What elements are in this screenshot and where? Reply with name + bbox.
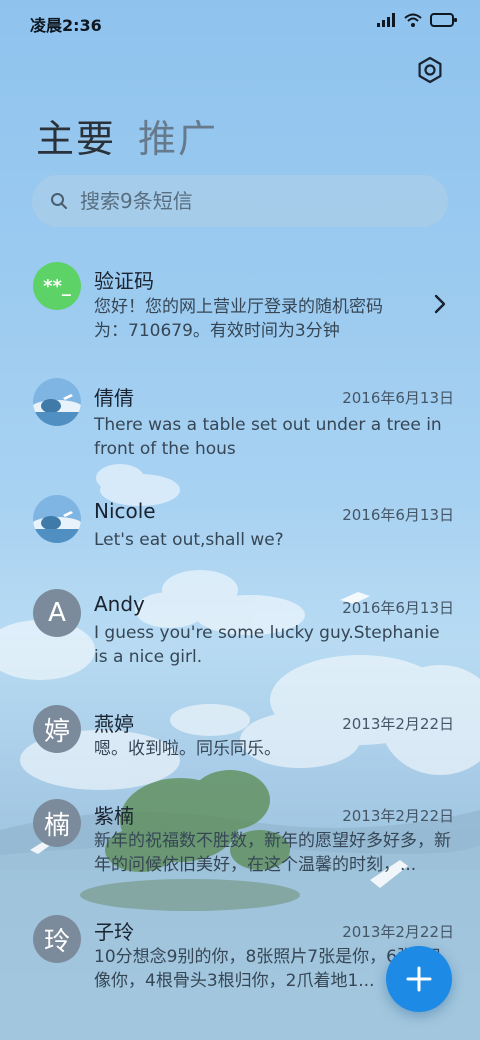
avatar: [33, 378, 81, 426]
conversation-item[interactable]: A Andy 2016年6月13日 I guess you're some lu…: [0, 585, 480, 685]
battery-icon: [430, 13, 457, 27]
conversation-preview: 嗯。收到啦。同乐同乐。: [94, 739, 281, 759]
chevron-right-icon[interactable]: [432, 294, 448, 314]
new-message-button[interactable]: [386, 946, 452, 1012]
conversation-name: Nicole: [94, 499, 156, 523]
avatar: 婷: [33, 705, 81, 753]
landscape-photo-icon: [33, 378, 81, 426]
conversation-date: 2016年6月13日: [342, 599, 454, 617]
tab-promotions[interactable]: 推广: [138, 108, 218, 163]
conversation-preview: I guess you're some lucky guy.Stephanie …: [94, 623, 440, 667]
plus-icon: [406, 966, 432, 992]
conversation-date: 2013年2月22日: [342, 715, 454, 733]
search-input[interactable]: [80, 189, 400, 213]
conversation-item[interactable]: 婷 燕婷 2013年2月22日 嗯。收到啦。同乐同乐。: [0, 703, 480, 783]
search-bar[interactable]: [32, 175, 448, 227]
conversation-name: 倩倩: [94, 386, 134, 410]
verification-code-avatar: **_: [33, 262, 81, 310]
conversation-item[interactable]: 楠 紫楠 2013年2月22日 新年的祝福数不胜数，新年的愿望好多好多，新年的问…: [0, 797, 480, 897]
avatar: [33, 495, 81, 543]
landscape-photo-icon: [33, 495, 81, 543]
conversation-item[interactable]: 倩倩 2016年6月13日 There was a table set out …: [0, 373, 480, 473]
gear-icon[interactable]: [416, 56, 444, 84]
conversation-preview: 新年的祝福数不胜数，新年的愿望好多好多，新年的问候依旧美好，在这个温馨的时刻，.…: [94, 831, 451, 875]
status-bar: 凌晨2:36: [0, 0, 480, 40]
conversation-date: 2016年6月13日: [342, 389, 454, 407]
conversation-name: 子玲: [94, 920, 134, 944]
conversation-name: 紫楠: [94, 804, 134, 828]
tab-primary[interactable]: 主要: [36, 108, 116, 163]
conversation-preview: 您好！您的网上营业厅登录的随机密码为：710679。有效时间为3分钟: [94, 297, 383, 341]
signal-icon: [377, 13, 395, 27]
avatar: 玲: [33, 915, 81, 963]
conversation-date: 2013年2月22日: [342, 923, 454, 941]
wifi-icon: [404, 13, 422, 27]
status-icons: [376, 12, 458, 28]
conversation-name: 验证码: [94, 269, 154, 293]
conversation-item[interactable]: **_ 验证码 您好！您的网上营业厅登录的随机密码为：710679。有效时间为3…: [0, 255, 480, 355]
avatar: 楠: [33, 799, 81, 847]
conversation-item[interactable]: Nicole 2016年6月13日 Let's eat out,shall we…: [0, 490, 480, 570]
conversation-preview: There was a table set out under a tree i…: [94, 415, 442, 459]
avatar: A: [33, 589, 81, 637]
conversation-name: 燕婷: [94, 712, 134, 736]
tab-bar: 主要 推广: [36, 108, 218, 163]
conversation-date: 2013年2月22日: [342, 807, 454, 825]
conversation-preview: Let's eat out,shall we?: [94, 530, 284, 550]
conversation-date: 2016年6月13日: [342, 506, 454, 524]
conversation-name: Andy: [94, 592, 145, 616]
search-icon: [51, 193, 67, 209]
status-time: 凌晨2:36: [30, 16, 102, 35]
